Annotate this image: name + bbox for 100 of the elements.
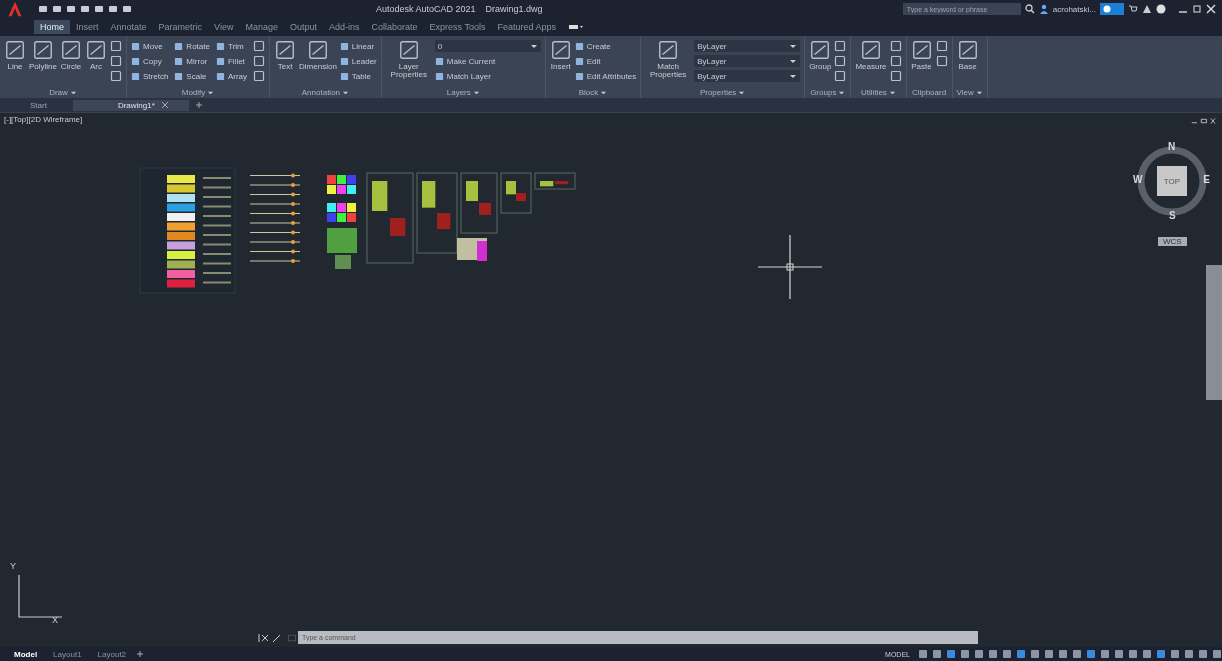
- ribbon-button[interactable]: Layer Properties: [385, 39, 432, 79]
- ribbon-tab[interactable]: View: [208, 20, 240, 34]
- status-bar-icon[interactable]: [1156, 649, 1166, 659]
- ribbon-tab[interactable]: Featured Apps: [491, 20, 562, 34]
- status-bar-icon[interactable]: [974, 649, 984, 659]
- status-bar-icon[interactable]: [918, 649, 928, 659]
- layout-tab[interactable]: Layout1: [47, 649, 88, 659]
- viewport-controls-icon[interactable]: [1190, 117, 1216, 125]
- ribbon-button[interactable]: Match Layer: [434, 71, 541, 81]
- ribbon-button[interactable]: Group: [809, 39, 832, 71]
- ribbon-tab[interactable]: Collaborate: [365, 20, 424, 34]
- status-bar-icon[interactable]: [1086, 649, 1096, 659]
- ribbon-button[interactable]: Fillet: [215, 56, 248, 66]
- caret-icon[interactable]: [738, 89, 746, 96]
- status-bar-icon[interactable]: [1030, 649, 1040, 659]
- search-icon[interactable]: [1024, 4, 1035, 14]
- ribbon-button[interactable]: Leader: [339, 56, 377, 66]
- ribbon-button[interactable]: Arc: [85, 39, 107, 71]
- caret-icon[interactable]: [342, 89, 350, 96]
- status-bar-icon[interactable]: [960, 649, 970, 659]
- ribbon-button[interactable]: Polyline: [29, 39, 57, 71]
- ribbon-button[interactable]: Trim: [215, 41, 248, 51]
- tool-icon[interactable]: [935, 40, 948, 52]
- add-tab-icon[interactable]: [194, 101, 203, 109]
- status-bar-icon[interactable]: [1142, 649, 1152, 659]
- tool-icon[interactable]: [889, 70, 902, 82]
- ribbon-tab[interactable]: Insert: [70, 20, 105, 34]
- ribbon-button[interactable]: Base: [956, 39, 979, 71]
- status-bar-icon[interactable]: [1212, 649, 1222, 659]
- compass-label[interactable]: E: [1203, 174, 1210, 185]
- tool-icon[interactable]: [253, 70, 266, 82]
- user-name[interactable]: acrohatski...: [1052, 4, 1096, 14]
- status-bar-icon[interactable]: [932, 649, 942, 659]
- panel-title[interactable]: Modify: [181, 88, 206, 97]
- ribbon-tab[interactable]: Express Tools: [423, 20, 492, 34]
- panel-title[interactable]: Groups: [810, 88, 837, 97]
- panel-title[interactable]: Draw: [49, 88, 68, 97]
- ribbon-button[interactable]: Edit: [574, 56, 637, 66]
- tool-icon[interactable]: [834, 55, 847, 67]
- app-store-icon[interactable]: [1100, 3, 1124, 15]
- ribbon-button[interactable]: Measure: [855, 39, 887, 71]
- ribbon-button[interactable]: Rotate: [174, 41, 210, 51]
- tool-icon[interactable]: [889, 40, 902, 52]
- status-bar-icon[interactable]: [1058, 649, 1068, 659]
- dropdown[interactable]: 0: [434, 40, 541, 52]
- compass-label[interactable]: W: [1133, 174, 1143, 185]
- viewcube-face[interactable]: TOP: [1157, 166, 1187, 196]
- panel-title[interactable]: Utilities: [861, 88, 887, 97]
- caret-icon[interactable]: [838, 89, 846, 96]
- dropdown[interactable]: ByLayer: [694, 40, 801, 52]
- caret-icon[interactable]: [975, 89, 983, 96]
- dropdown[interactable]: ByLayer: [694, 55, 801, 67]
- status-bar-icon[interactable]: [1170, 649, 1180, 659]
- viewport-label[interactable]: [-][Top][2D Wireframe]: [4, 115, 83, 124]
- ucs-menu[interactable]: WCS: [1158, 237, 1187, 246]
- status-bar-icon[interactable]: [1114, 649, 1124, 659]
- ribbon-button[interactable]: Array: [215, 71, 248, 81]
- ribbon-button[interactable]: Insert: [549, 39, 572, 71]
- ribbon-tab[interactable]: Add-ins: [323, 20, 366, 34]
- triangle-icon[interactable]: [1142, 4, 1152, 14]
- ribbon-button[interactable]: Make Current: [434, 56, 541, 66]
- ribbon-button[interactable]: Edit Attributes: [574, 71, 637, 81]
- compass-label[interactable]: N: [1168, 141, 1176, 152]
- status-bar-icon[interactable]: [1198, 649, 1208, 659]
- panel-title[interactable]: Properties: [699, 88, 737, 97]
- ribbon-button[interactable]: Match Properties: [645, 39, 692, 79]
- ribbon-tab[interactable]: Manage: [239, 20, 284, 34]
- ribbon-button[interactable]: Linear: [339, 41, 377, 51]
- tool-icon[interactable]: [110, 40, 122, 52]
- status-bar-icon[interactable]: [1044, 649, 1054, 659]
- restore-icon[interactable]: [1192, 4, 1202, 14]
- ribbon-button[interactable]: Text: [274, 39, 297, 71]
- add-layout-icon[interactable]: [136, 650, 145, 658]
- file-tab[interactable]: Start: [10, 99, 67, 111]
- panel-title[interactable]: Clipboard: [911, 88, 947, 97]
- status-bar-icon[interactable]: [988, 649, 998, 659]
- tool-icon[interactable]: [935, 55, 948, 67]
- ribbon-tab[interactable]: Annotate: [104, 20, 153, 34]
- ribbon-button[interactable]: Dimension: [299, 39, 337, 71]
- tool-icon[interactable]: [834, 70, 847, 82]
- layout-tab[interactable]: Model: [8, 649, 44, 659]
- ribbon-tab[interactable]: Output: [283, 20, 323, 34]
- tool-icon[interactable]: [834, 40, 847, 52]
- panel-title[interactable]: Layers: [446, 88, 471, 97]
- dropdown[interactable]: ByLayer: [694, 70, 801, 82]
- tool-icon[interactable]: [889, 55, 902, 67]
- caret-icon[interactable]: [207, 89, 215, 96]
- compass-label[interactable]: S: [1169, 210, 1176, 221]
- ribbon-button[interactable]: Table: [339, 71, 377, 81]
- status-bar-icon[interactable]: [946, 649, 956, 659]
- layout-tab[interactable]: Layout2: [91, 649, 133, 659]
- panel-title[interactable]: Block: [578, 88, 599, 97]
- tool-icon[interactable]: [110, 70, 122, 82]
- ribbon-button[interactable]: Scale: [174, 71, 210, 81]
- status-bar-icon[interactable]: [1016, 649, 1026, 659]
- ribbon-button[interactable]: Mirror: [174, 56, 210, 66]
- status-bar-icon[interactable]: [1128, 649, 1138, 659]
- ribbon-button[interactable]: Move: [131, 41, 169, 51]
- status-bar-icon[interactable]: [1184, 649, 1194, 659]
- ribbon-button[interactable]: Paste: [910, 39, 933, 71]
